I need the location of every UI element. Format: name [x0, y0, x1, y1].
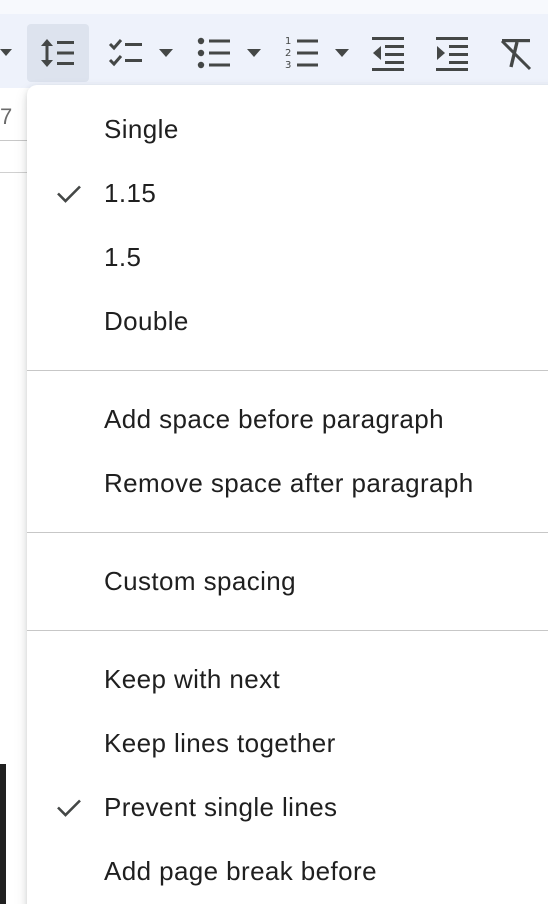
ruler-number: 7	[0, 104, 13, 129]
chevron-down-icon	[159, 49, 173, 57]
numbered-list-icon: 1 2 3	[285, 36, 318, 71]
bulleted-list-dropdown[interactable]	[240, 24, 268, 82]
numbered-list-button[interactable]: 1 2 3	[280, 24, 324, 82]
chevron-down-icon	[335, 49, 349, 57]
decrease-indent-button[interactable]	[366, 24, 410, 82]
menu-item-1-5[interactable]: 1.5	[27, 225, 548, 289]
previous-dropdown-caret[interactable]	[0, 24, 16, 82]
document-image-edge	[0, 764, 6, 904]
menu-item-label: Single	[104, 114, 179, 144]
bulleted-list-button[interactable]	[192, 24, 236, 82]
increase-indent-icon	[436, 37, 468, 71]
svg-text:1: 1	[285, 36, 291, 47]
clear-formatting-button[interactable]	[494, 24, 538, 82]
menu-separator	[27, 370, 548, 371]
document-page-edge	[0, 172, 30, 173]
chevron-down-icon	[247, 49, 261, 57]
bulleted-list-icon	[197, 37, 230, 69]
menu-item-label: 1.5	[104, 242, 142, 272]
checkmark-icon	[57, 185, 81, 203]
increase-indent-button[interactable]	[430, 24, 474, 82]
menu-item-label: Double	[104, 306, 189, 336]
line-spacing-icon	[41, 39, 74, 67]
line-spacing-menu: Single 1.15 1.5 Double Add space before …	[27, 85, 548, 904]
checklist-button[interactable]	[104, 24, 148, 82]
menu-item-double[interactable]: Double	[27, 289, 548, 353]
menu-item-prevent-single-lines[interactable]: Prevent single lines	[27, 775, 548, 839]
menu-item-label: Add page break before	[104, 856, 377, 886]
menu-item-label: Add space before paragraph	[104, 404, 444, 434]
menu-item-add-space-before[interactable]: Add space before paragraph	[27, 387, 548, 451]
checkmark-icon	[57, 799, 81, 817]
menu-item-label: 1.15	[104, 178, 157, 208]
menu-item-custom-spacing[interactable]: Custom spacing	[27, 549, 548, 613]
menu-separator	[27, 532, 548, 533]
formatting-toolbar: 1 2 3	[0, 0, 548, 88]
toolbar-top-edge	[0, 0, 548, 14]
menu-item-label: Prevent single lines	[104, 792, 338, 822]
menu-separator	[27, 630, 548, 631]
svg-text:2: 2	[285, 48, 291, 59]
menu-item-label: Keep with next	[104, 664, 281, 694]
checklist-dropdown[interactable]	[152, 24, 180, 82]
ruler-line	[0, 140, 30, 141]
menu-item-single[interactable]: Single	[27, 97, 548, 161]
line-spacing-button[interactable]	[27, 24, 89, 82]
menu-item-1-15[interactable]: 1.15	[27, 161, 548, 225]
menu-item-keep-with-next[interactable]: Keep with next	[27, 647, 548, 711]
menu-item-label: Keep lines together	[104, 728, 336, 758]
menu-item-label: Custom spacing	[104, 566, 297, 596]
clear-formatting-icon	[500, 39, 532, 71]
menu-item-add-page-break-before[interactable]: Add page break before	[27, 839, 548, 903]
docs-page: 1 2 3 7 Single 1.15 1.5 Double Add space…	[0, 0, 548, 904]
menu-item-label: Remove space after paragraph	[104, 468, 474, 498]
checklist-icon	[108, 39, 142, 67]
numbered-list-dropdown[interactable]	[328, 24, 356, 82]
menu-item-keep-lines-together[interactable]: Keep lines together	[27, 711, 548, 775]
chevron-down-icon	[0, 49, 12, 56]
decrease-indent-icon	[372, 37, 404, 71]
menu-item-remove-space-after[interactable]: Remove space after paragraph	[27, 451, 548, 515]
svg-text:3: 3	[285, 60, 291, 71]
